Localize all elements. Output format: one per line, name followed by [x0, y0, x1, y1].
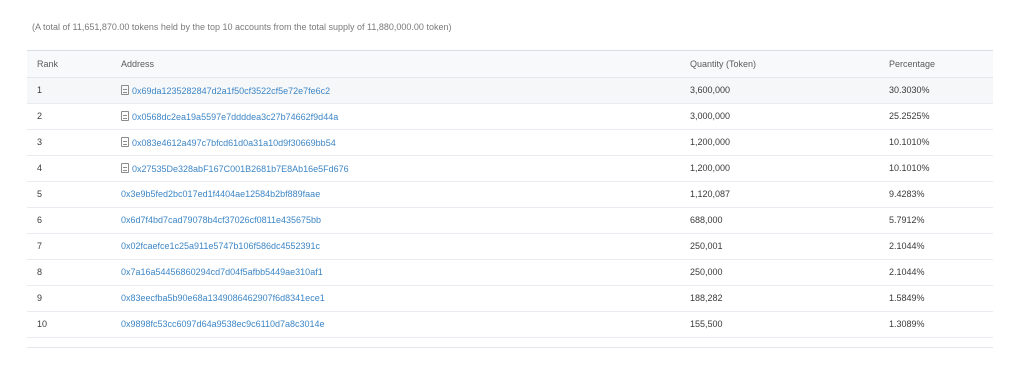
rank-cell: 1 [27, 77, 121, 104]
rank-cell: 2 [27, 103, 121, 130]
address-link[interactable]: 0x27535De328abF167C001B2681b7E8Ab16e5Fd6… [132, 164, 349, 174]
table-header-row: Rank Address Quantity (Token) Percentage [27, 51, 993, 78]
quantity-cell: 1,200,000 [690, 129, 889, 156]
address-cell: 0x083e4612a497c7bfcd61d0a31a10d9f30669bb… [121, 129, 690, 156]
percentage-cell: 1.5849% [889, 285, 993, 312]
rank-cell: 5 [27, 181, 121, 208]
rank-cell: 3 [27, 129, 121, 156]
address-cell: 0x0568dc2ea19a5597e7ddddea3c27b74662f9d4… [121, 103, 690, 130]
document-icon [121, 110, 129, 121]
header-rank: Rank [27, 51, 121, 78]
address-cell: 0x9898fc53cc6097d64a9538ec9c6110d7a8c301… [121, 311, 690, 338]
address-link[interactable]: 0x3e9b5fed2bc017ed1f4404ae12584b2bf889fa… [121, 189, 320, 199]
address-link[interactable]: 0x69da1235282847d2a1f50cf3522cf5e72e7fe6… [132, 86, 330, 96]
percentage-cell: 30.3030% [889, 77, 993, 104]
address-link[interactable]: 0x02fcaefce1c25a911e5747b106f586dc455239… [121, 241, 320, 251]
address-link[interactable]: 0x83eecfba5b90e68a1349086462907f6d8341ec… [121, 293, 325, 303]
address-cell: 0x83eecfba5b90e68a1349086462907f6d8341ec… [121, 285, 690, 312]
address-cell: 0x27535De328abF167C001B2681b7E8Ab16e5Fd6… [121, 155, 690, 182]
address-cell: 0x3e9b5fed2bc017ed1f4404ae12584b2bf889fa… [121, 181, 690, 208]
table-body: 1 0x69da1235282847d2a1f50cf3522cf5e72e7fe… [27, 77, 993, 338]
percentage-cell: 10.1010% [889, 129, 993, 156]
address-link[interactable]: 0x083e4612a497c7bfcd61d0a31a10d9f30669bb… [132, 138, 336, 148]
header-quantity: Quantity (Token) [690, 51, 889, 78]
quantity-cell: 1,120,087 [690, 181, 889, 208]
quantity-cell: 688,000 [690, 207, 889, 234]
table-row: 9 0x83eecfba5b90e68a1349086462907f6d8341e… [27, 285, 993, 312]
address-link[interactable]: 0x6d7f4bd7cad79078b4cf37026cf0811e435675… [121, 215, 321, 225]
table-row: 3 0x083e4612a497c7bfcd61d0a31a10d9f30669b… [27, 129, 993, 156]
document-icon [121, 162, 129, 173]
rank-cell: 7 [27, 233, 121, 260]
address-cell: 0x6d7f4bd7cad79078b4cf37026cf0811e435675… [121, 207, 690, 234]
address-cell: 0x02fcaefce1c25a911e5747b106f586dc455239… [121, 233, 690, 260]
quantity-cell: 155,500 [690, 311, 889, 338]
address-cell: 0x69da1235282847d2a1f50cf3522cf5e72e7fe6… [121, 77, 690, 104]
address-link[interactable]: 0x7a16a54456860294cd7d04f5afbb5449ae310a… [121, 267, 323, 277]
quantity-cell: 3,000,000 [690, 103, 889, 130]
table-bottom-divider [27, 347, 993, 348]
quantity-cell: 1,200,000 [690, 155, 889, 182]
rank-cell: 6 [27, 207, 121, 234]
quantity-cell: 3,600,000 [690, 77, 889, 104]
quantity-cell: 188,282 [690, 285, 889, 312]
table-row: 6 0x6d7f4bd7cad79078b4cf37026cf0811e43567… [27, 207, 993, 234]
percentage-cell: 1.3089% [889, 311, 993, 338]
address-link[interactable]: 0x0568dc2ea19a5597e7ddddea3c27b74662f9d4… [132, 112, 338, 122]
header-percentage: Percentage [889, 51, 993, 78]
table-row: 10 0x9898fc53cc6097d64a9538ec9c6110d7a8c3… [27, 311, 993, 338]
percentage-cell: 5.7912% [889, 207, 993, 234]
rank-cell: 4 [27, 155, 121, 182]
table-row: 8 0x7a16a54456860294cd7d04f5afbb5449ae310… [27, 259, 993, 286]
address-cell: 0x7a16a54456860294cd7d04f5afbb5449ae310a… [121, 259, 690, 286]
percentage-cell: 10.1010% [889, 155, 993, 182]
percentage-cell: 2.1044% [889, 259, 993, 286]
table-row: 2 0x0568dc2ea19a5597e7ddddea3c27b74662f9d… [27, 103, 993, 130]
header-address: Address [121, 51, 690, 78]
token-holders-table-container: Rank Address Quantity (Token) Percentage… [27, 50, 993, 338]
rank-cell: 9 [27, 285, 121, 312]
quantity-cell: 250,001 [690, 233, 889, 260]
address-link[interactable]: 0x9898fc53cc6097d64a9538ec9c6110d7a8c301… [121, 319, 325, 329]
table-row: 1 0x69da1235282847d2a1f50cf3522cf5e72e7fe… [27, 77, 993, 104]
holders-summary: (A total of 11,651,870.00 tokens held by… [32, 22, 452, 32]
rank-cell: 10 [27, 311, 121, 338]
percentage-cell: 25.2525% [889, 103, 993, 130]
percentage-cell: 9.4283% [889, 181, 993, 208]
percentage-cell: 2.1044% [889, 233, 993, 260]
table-row: 7 0x02fcaefce1c25a911e5747b106f586dc45523… [27, 233, 993, 260]
quantity-cell: 250,000 [690, 259, 889, 286]
document-icon [121, 136, 129, 147]
document-icon [121, 84, 129, 95]
rank-cell: 8 [27, 259, 121, 286]
table-row: 5 0x3e9b5fed2bc017ed1f4404ae12584b2bf889f… [27, 181, 993, 208]
token-holders-table: Rank Address Quantity (Token) Percentage… [27, 51, 993, 338]
table-row: 4 0x27535De328abF167C001B2681b7E8Ab16e5Fd… [27, 155, 993, 182]
